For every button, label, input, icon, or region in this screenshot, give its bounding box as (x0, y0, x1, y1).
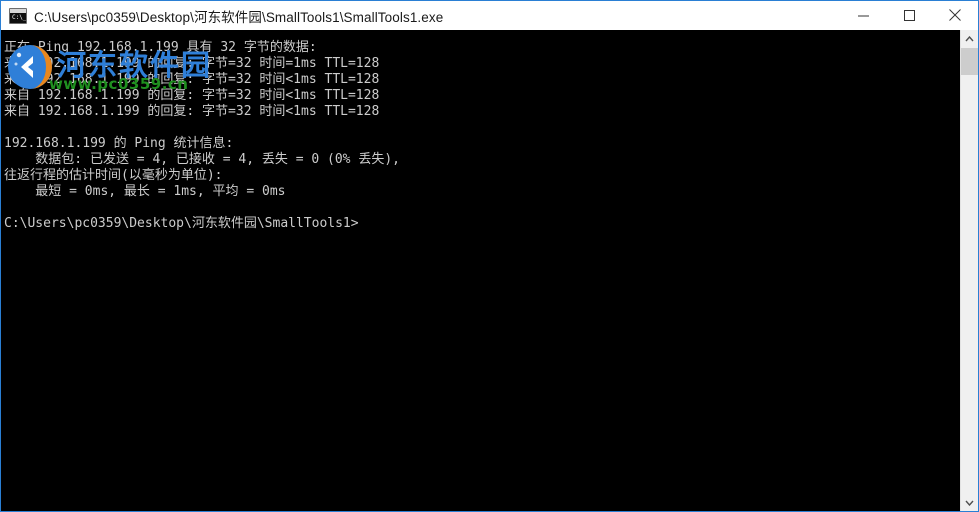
chevron-down-icon (965, 500, 974, 506)
minimize-button[interactable] (840, 1, 886, 29)
maximize-icon (903, 9, 915, 21)
scroll-up-button[interactable] (961, 30, 978, 47)
console-app-icon[interactable]: C:\_ (9, 7, 27, 24)
vertical-scrollbar[interactable] (960, 30, 978, 511)
close-icon (949, 9, 961, 21)
scroll-down-button[interactable] (961, 494, 978, 511)
title-bar[interactable]: C:\_ C:\Users\pc0359\Desktop\河东软件园\Small… (1, 1, 978, 31)
console-output-area[interactable]: 正在 Ping 192.168.1.199 具有 32 字节的数据: 来自 19… (1, 30, 960, 511)
scrollbar-track[interactable] (961, 47, 978, 494)
console-window: C:\_ C:\Users\pc0359\Desktop\河东软件园\Small… (0, 0, 979, 512)
minimize-icon (857, 15, 869, 16)
close-button[interactable] (932, 1, 978, 29)
scrollbar-thumb[interactable] (961, 48, 978, 75)
app-icon-prompt-text: C:\_ (12, 13, 27, 21)
console-text: 正在 Ping 192.168.1.199 具有 32 字节的数据: 来自 19… (4, 40, 400, 231)
maximize-button[interactable] (886, 1, 932, 29)
app-icon-titlebar-stripe (10, 8, 26, 13)
window-title: C:\Users\pc0359\Desktop\河东软件园\SmallTools… (34, 9, 444, 25)
chevron-up-icon (965, 35, 974, 41)
